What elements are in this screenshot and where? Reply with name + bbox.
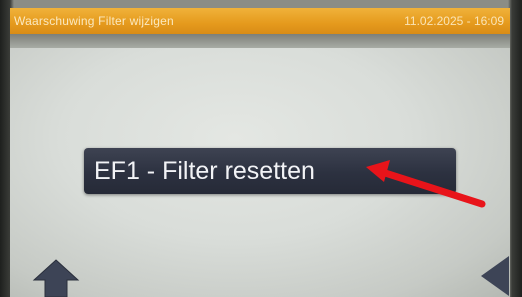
triangle-left-icon[interactable] (480, 254, 510, 297)
touch-screen: Waarschuwing Filter wijzigen 11.02.2025 … (10, 8, 510, 297)
status-datetime: 11.02.2025 - 16:09 (404, 14, 504, 28)
filter-reset-button[interactable]: EF1 - Filter resetten (84, 148, 456, 194)
status-bar: Waarschuwing Filter wijzigen 11.02.2025 … (10, 8, 510, 34)
home-arrow-up-icon[interactable] (32, 258, 80, 297)
header-divider (10, 34, 510, 48)
filter-reset-label: EF1 - Filter resetten (94, 157, 315, 185)
status-title: Waarschuwing Filter wijzigen (14, 14, 174, 28)
